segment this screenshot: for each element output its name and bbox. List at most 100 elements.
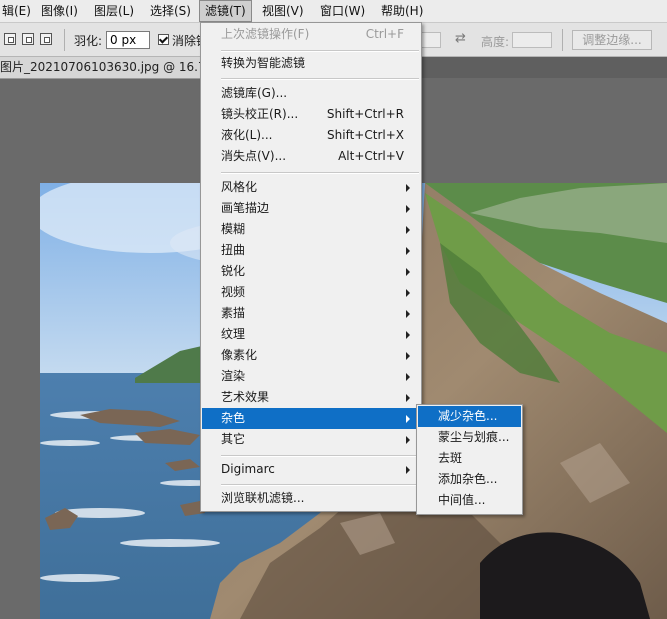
menu-item-convert-smart-filter[interactable]: 转换为智能滤镜 bbox=[202, 53, 420, 74]
menu-item-stylize[interactable]: 风格化 bbox=[202, 177, 420, 198]
menu-item-label: 画笔描边 bbox=[221, 201, 270, 215]
submenu-item-label: 减少杂色... bbox=[438, 409, 498, 423]
selection-intersect-icon[interactable] bbox=[40, 33, 52, 45]
submenu-arrow-icon bbox=[406, 205, 410, 213]
menu-item-label: 杂色 bbox=[221, 411, 246, 425]
menu-item-label: 纹理 bbox=[221, 327, 246, 341]
menu-item-label: 液化(L)... bbox=[221, 128, 273, 142]
menu-item-browse-online-filters[interactable]: 浏览联机滤镜... bbox=[202, 488, 420, 509]
menu-item-label: 消失点(V)... bbox=[221, 149, 287, 163]
menu-bar: 辑(E) 图像(I) 图层(L) 选择(S) 滤镜(T) 视图(V) 窗口(W)… bbox=[0, 0, 667, 23]
menu-item-label: 镜头校正(R)... bbox=[221, 107, 299, 121]
menu-item-brush-strokes[interactable]: 画笔描边 bbox=[202, 198, 420, 219]
menu-item-label: 素描 bbox=[221, 306, 246, 320]
menu-item-label: 转换为智能滤镜 bbox=[221, 56, 306, 70]
submenu-item-label: 添加杂色... bbox=[438, 472, 498, 486]
submenu-arrow-icon bbox=[406, 466, 410, 474]
menu-item-label: 浏览联机滤镜... bbox=[221, 491, 305, 505]
menu-item-label: 视频 bbox=[221, 285, 246, 299]
menu-view[interactable]: 视图(V) bbox=[257, 0, 309, 22]
submenu-arrow-icon bbox=[406, 289, 410, 297]
menu-item-label: 像素化 bbox=[221, 348, 258, 362]
menu-item-vanishing-point[interactable]: 消失点(V)... Alt+Ctrl+V bbox=[202, 146, 420, 167]
submenu-arrow-icon bbox=[406, 373, 410, 381]
submenu-arrow-icon bbox=[406, 226, 410, 234]
menu-item-label: 渲染 bbox=[221, 369, 246, 383]
height-input[interactable] bbox=[512, 32, 552, 48]
menu-item-label: 扭曲 bbox=[221, 243, 246, 257]
antialias-checkbox[interactable] bbox=[158, 34, 169, 45]
menu-filter[interactable]: 滤镜(T) bbox=[199, 0, 252, 22]
submenu-item-dust-scratches[interactable]: 蒙尘与划痕... bbox=[418, 427, 521, 448]
selection-add-icon[interactable] bbox=[22, 33, 34, 45]
submenu-arrow-icon bbox=[406, 310, 410, 318]
submenu-arrow-icon bbox=[406, 415, 410, 423]
menu-item-last-filter[interactable]: 上次滤镜操作(F) Ctrl+F bbox=[202, 24, 420, 45]
menu-item-video[interactable]: 视频 bbox=[202, 282, 420, 303]
menu-item-label: 模糊 bbox=[221, 222, 246, 236]
swap-icon[interactable]: ⇄ bbox=[455, 31, 466, 46]
submenu-arrow-icon bbox=[406, 331, 410, 339]
menu-item-label: 上次滤镜操作(F) bbox=[221, 27, 310, 41]
menu-item-label: 其它 bbox=[221, 432, 246, 446]
menu-item-render[interactable]: 渲染 bbox=[202, 366, 420, 387]
menu-item-lens-correction[interactable]: 镜头校正(R)... Shift+Ctrl+R bbox=[202, 104, 420, 125]
menu-item-noise[interactable]: 杂色 bbox=[202, 408, 420, 429]
menu-select[interactable]: 选择(S) bbox=[145, 0, 196, 22]
submenu-item-despeckle[interactable]: 去斑 bbox=[418, 448, 521, 469]
options-divider bbox=[562, 29, 563, 51]
menu-item-digimarc[interactable]: Digimarc bbox=[202, 459, 420, 480]
refine-edge-button[interactable]: 调整边缘... bbox=[572, 30, 652, 50]
menu-item-blur[interactable]: 模糊 bbox=[202, 219, 420, 240]
menu-item-label: 锐化 bbox=[221, 264, 246, 278]
submenu-item-label: 蒙尘与划痕... bbox=[438, 430, 510, 444]
submenu-item-add-noise[interactable]: 添加杂色... bbox=[418, 469, 521, 490]
width-input[interactable] bbox=[421, 32, 441, 48]
submenu-arrow-icon bbox=[406, 247, 410, 255]
menu-separator bbox=[221, 172, 419, 174]
submenu-item-label: 中间值... bbox=[438, 493, 486, 507]
options-divider bbox=[64, 29, 65, 51]
menu-item-other[interactable]: 其它 bbox=[202, 429, 420, 450]
menu-item-label: 滤镜库(G)... bbox=[221, 86, 288, 100]
menu-edit[interactable]: 辑(E) bbox=[0, 0, 36, 22]
menu-window[interactable]: 窗口(W) bbox=[315, 0, 370, 22]
submenu-arrow-icon bbox=[406, 268, 410, 276]
selection-new-icon[interactable] bbox=[4, 33, 16, 45]
submenu-item-label: 去斑 bbox=[438, 451, 463, 465]
submenu-item-reduce-noise[interactable]: 减少杂色... bbox=[418, 406, 521, 427]
filter-menu: 上次滤镜操作(F) Ctrl+F 转换为智能滤镜 滤镜库(G)... 镜头校正(… bbox=[200, 22, 422, 512]
menu-item-pixelate[interactable]: 像素化 bbox=[202, 345, 420, 366]
menu-item-label: Digimarc bbox=[221, 462, 275, 476]
menu-separator bbox=[221, 455, 419, 457]
menu-separator bbox=[221, 78, 419, 80]
menu-image[interactable]: 图像(I) bbox=[36, 0, 83, 22]
menu-item-label: 艺术效果 bbox=[221, 390, 270, 404]
submenu-arrow-icon bbox=[406, 184, 410, 192]
noise-submenu: 减少杂色... 蒙尘与划痕... 去斑 添加杂色... 中间值... bbox=[416, 404, 523, 515]
menu-separator bbox=[221, 484, 419, 486]
submenu-arrow-icon bbox=[406, 394, 410, 402]
menu-item-sketch[interactable]: 素描 bbox=[202, 303, 420, 324]
menu-item-artistic[interactable]: 艺术效果 bbox=[202, 387, 420, 408]
feather-label: 羽化: bbox=[74, 34, 103, 48]
submenu-item-median[interactable]: 中间值... bbox=[418, 490, 521, 511]
shortcut-label: Shift+Ctrl+R bbox=[326, 107, 404, 121]
menu-item-label: 风格化 bbox=[221, 180, 258, 194]
menu-item-sharpen[interactable]: 锐化 bbox=[202, 261, 420, 282]
height-label: 高度: bbox=[481, 35, 510, 49]
menu-item-liquify[interactable]: 液化(L)... Shift+Ctrl+X bbox=[202, 125, 420, 146]
menu-item-distort[interactable]: 扭曲 bbox=[202, 240, 420, 261]
menu-separator bbox=[221, 50, 419, 52]
document-tab[interactable]: 图片_20210706103630.jpg @ 16.7%(R bbox=[0, 57, 211, 79]
shortcut-label: Shift+Ctrl+X bbox=[327, 128, 404, 142]
menu-item-texture[interactable]: 纹理 bbox=[202, 324, 420, 345]
feather-input[interactable] bbox=[106, 31, 150, 49]
menu-item-filter-gallery[interactable]: 滤镜库(G)... bbox=[202, 83, 420, 104]
menu-layer[interactable]: 图层(L) bbox=[89, 0, 139, 22]
shortcut-label: Alt+Ctrl+V bbox=[338, 149, 404, 163]
submenu-arrow-icon bbox=[406, 352, 410, 360]
shortcut-label: Ctrl+F bbox=[365, 27, 404, 41]
submenu-arrow-icon bbox=[406, 436, 410, 444]
menu-help[interactable]: 帮助(H) bbox=[376, 0, 428, 22]
